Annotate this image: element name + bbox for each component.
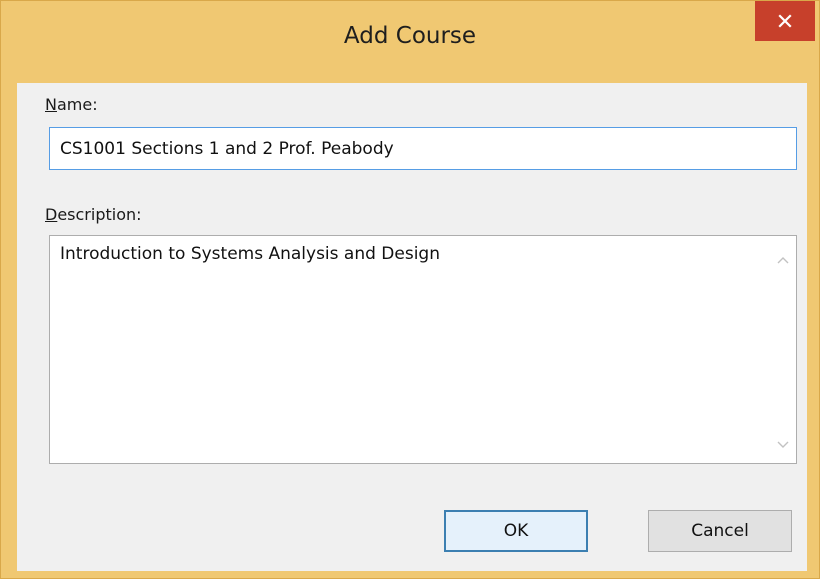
scroll-up-button[interactable] xyxy=(770,244,796,272)
name-label-text: ame: xyxy=(56,95,98,114)
description-label: Description: xyxy=(45,205,142,224)
title-bar[interactable]: Add Course xyxy=(1,1,819,83)
description-label-text: escription: xyxy=(57,205,142,224)
chevron-down-icon xyxy=(777,434,789,453)
cancel-button[interactable]: Cancel xyxy=(648,510,792,552)
close-icon xyxy=(778,14,792,28)
scroll-down-button[interactable] xyxy=(770,429,796,457)
ok-button[interactable]: OK xyxy=(444,510,588,552)
close-button[interactable] xyxy=(755,1,815,41)
chevron-up-icon xyxy=(777,249,789,268)
name-label-mnemonic: N xyxy=(45,95,57,114)
name-input[interactable] xyxy=(49,127,797,170)
window-title: Add Course xyxy=(343,23,477,49)
description-textarea[interactable]: Introduction to Systems Analysis and Des… xyxy=(60,242,750,452)
name-label: Name: xyxy=(45,95,98,114)
description-label-mnemonic: D xyxy=(45,205,58,224)
dialog-content: Name: Description: Introduction to Syste… xyxy=(17,83,807,571)
description-box: Introduction to Systems Analysis and Des… xyxy=(49,235,797,464)
description-scrollbar[interactable] xyxy=(770,236,796,463)
add-course-dialog: Add Course Name: Description: Introducti… xyxy=(0,0,820,579)
